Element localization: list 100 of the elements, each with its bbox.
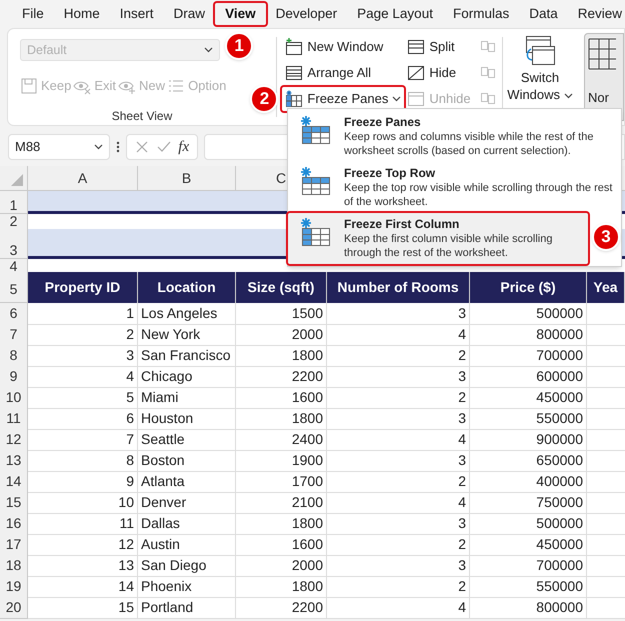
ribbon-button[interactable]: Arrange All — [282, 61, 374, 85]
table-cell: 4 — [327, 324, 470, 346]
table-cell: 3 — [327, 513, 470, 535]
table-cell: 400000 — [470, 471, 587, 493]
table-header-cell: Size (sqft) — [236, 272, 327, 303]
ribbon-tab[interactable]: Insert — [110, 3, 164, 26]
table-cell: 1800 — [236, 576, 327, 598]
table-cell: 500000 — [470, 513, 587, 535]
row-header[interactable]: 10 — [0, 387, 28, 409]
ribbon-tab[interactable]: View — [215, 3, 266, 26]
table-cell: 550000 — [470, 408, 587, 430]
table-cell: 2 — [327, 345, 470, 367]
table-cell: 650000 — [470, 450, 587, 472]
table-cell: 10 — [28, 492, 138, 514]
ribbon-tab[interactable]: Review — [568, 3, 625, 26]
table-cell: San Diego — [138, 555, 236, 577]
ribbon-tab[interactable]: File — [12, 3, 54, 26]
table-cell: 3 — [327, 450, 470, 472]
table-cell: 2 — [327, 471, 470, 493]
table-cell: 2400 — [236, 429, 327, 451]
ribbon-button[interactable]: Freeze Panes — [282, 87, 404, 111]
table-cell: 3 — [327, 366, 470, 388]
table-cell: Portland — [138, 597, 236, 619]
table-cell: 2200 — [236, 366, 327, 388]
table-cell: 1900 — [236, 450, 327, 472]
table-cell: 1600 — [236, 534, 327, 556]
table-cell: 9 — [28, 471, 138, 493]
row-header[interactable]: 17 — [0, 534, 28, 556]
table-cell: San Francisco — [138, 345, 236, 367]
table-cell: 700000 — [470, 345, 587, 367]
table-cell: 1800 — [236, 345, 327, 367]
column-header[interactable]: B — [138, 166, 236, 190]
row-header[interactable]: 9 — [0, 366, 28, 388]
table-cell: Los Angeles — [138, 303, 236, 325]
name-box[interactable]: M88 — [8, 134, 110, 160]
menu-item[interactable]: Freeze First Column Keep the first column visible while scrolling through the rest of the worksheet. — [288, 213, 588, 264]
table-cell: Atlanta — [138, 471, 236, 493]
ribbon-button[interactable]: Hide — [404, 61, 460, 85]
row-header[interactable]: 19 — [0, 576, 28, 598]
row-header[interactable]: 13 — [0, 450, 28, 472]
table-cell: Dallas — [138, 513, 236, 535]
table-cell: 1 — [28, 303, 138, 325]
table-cell: 1500 — [236, 303, 327, 325]
ribbon-tab[interactable]: Formulas — [442, 3, 520, 26]
table-cell: Austin — [138, 534, 236, 556]
table-cell: Boston — [138, 450, 236, 472]
table-cell: 2 — [327, 576, 470, 598]
ribbon-tab[interactable]: Page Layout — [347, 3, 443, 26]
table-header-cell: Yea — [587, 272, 625, 303]
column-header[interactable]: A — [28, 166, 138, 190]
table-cell: 3 — [327, 555, 470, 577]
table-header-cell: Property ID — [28, 272, 138, 303]
table-cell: 900000 — [470, 429, 587, 451]
row-header[interactable]: 15 — [0, 492, 28, 514]
ribbon-tab[interactable]: Draw — [164, 3, 216, 26]
step-badge: 2 — [250, 85, 278, 113]
table-cell: 4 — [327, 597, 470, 619]
table-cell: 11 — [28, 513, 138, 535]
table-cell: 4 — [327, 492, 470, 514]
table-cell: 2000 — [236, 324, 327, 346]
table-cell: 1600 — [236, 387, 327, 409]
table-cell: 14 — [28, 576, 138, 598]
table-cell: New York — [138, 324, 236, 346]
table-cell: 600000 — [470, 366, 587, 388]
row-header[interactable]: 1 — [0, 191, 28, 214]
ribbon-button[interactable]: Split — [404, 35, 458, 59]
row-header[interactable]: 16 — [0, 513, 28, 535]
row-header[interactable]: 11 — [0, 408, 28, 430]
row-header[interactable]: 20 — [0, 597, 28, 619]
table-cell: Phoenix — [138, 576, 236, 598]
row-header[interactable]: 3 — [0, 229, 28, 259]
row-header[interactable]: 2 — [0, 214, 28, 230]
row-header[interactable]: 14 — [0, 471, 28, 493]
table-cell: 3 — [327, 408, 470, 430]
table-cell: 2 — [327, 534, 470, 556]
ribbon-button[interactable]: New Window — [282, 35, 386, 59]
table-cell: Miami — [138, 387, 236, 409]
row-header[interactable]: 7 — [0, 324, 28, 346]
row-header[interactable]: 5 — [0, 272, 28, 303]
row-header[interactable]: 18 — [0, 555, 28, 577]
table-cell: 4 — [28, 366, 138, 388]
table-cell: 12 — [28, 534, 138, 556]
table-cell: Houston — [138, 408, 236, 430]
table-cell: 750000 — [470, 492, 587, 514]
ribbon-tab[interactable]: Home — [54, 3, 110, 26]
table-cell: Chicago — [138, 366, 236, 388]
table-cell: 2 — [28, 324, 138, 346]
row-header[interactable]: 12 — [0, 429, 28, 451]
table-cell: 2000 — [236, 555, 327, 577]
table-cell: 5 — [28, 387, 138, 409]
table-cell: 550000 — [470, 576, 587, 598]
table-cell: 500000 — [470, 303, 587, 325]
table-cell: 2 — [327, 387, 470, 409]
table-cell: 3 — [327, 303, 470, 325]
row-header[interactable]: 6 — [0, 303, 28, 325]
ribbon-tab[interactable]: Developer — [266, 3, 348, 26]
table-cell: 3 — [28, 345, 138, 367]
ribbon-tab[interactable]: Data — [519, 3, 568, 26]
row-header[interactable]: 8 — [0, 345, 28, 367]
table-cell: 7 — [28, 429, 138, 451]
